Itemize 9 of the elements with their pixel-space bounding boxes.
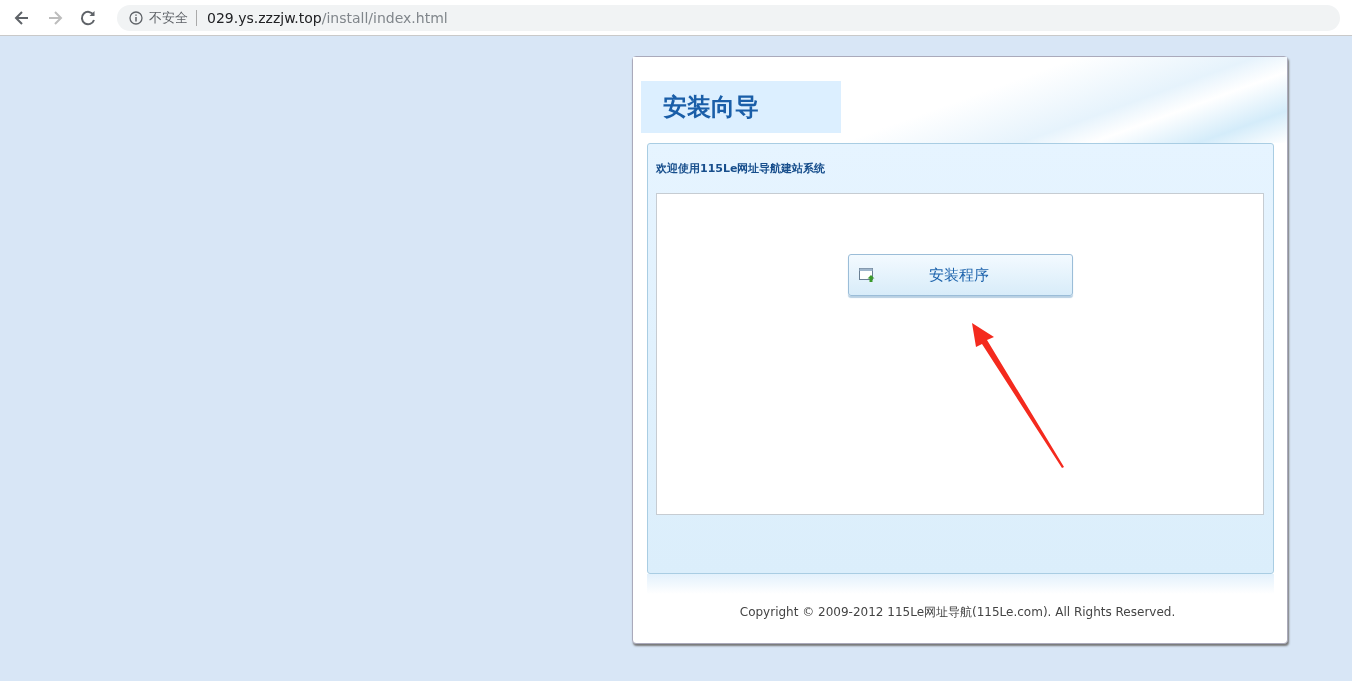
url-text: 029.ys.zzzjw.top/install/index.html [206, 9, 448, 26]
security-label: 不安全 [149, 9, 197, 26]
welcome-text: 欢迎使用115Le网址导航建站系统 [656, 161, 827, 177]
address-bar[interactable]: 不安全 029.ys.zzzjw.top/install/index.html [117, 4, 1340, 31]
install-button[interactable]: 安装程序 [847, 254, 1073, 296]
window-icon [858, 268, 875, 282]
wizard-title: 安装向导 [641, 81, 841, 133]
copyright-text: Copyright © 2009-2012 115Le网址导航(115Le.com). All Rights Reserved. [738, 604, 1177, 621]
info-icon[interactable] [129, 10, 143, 25]
